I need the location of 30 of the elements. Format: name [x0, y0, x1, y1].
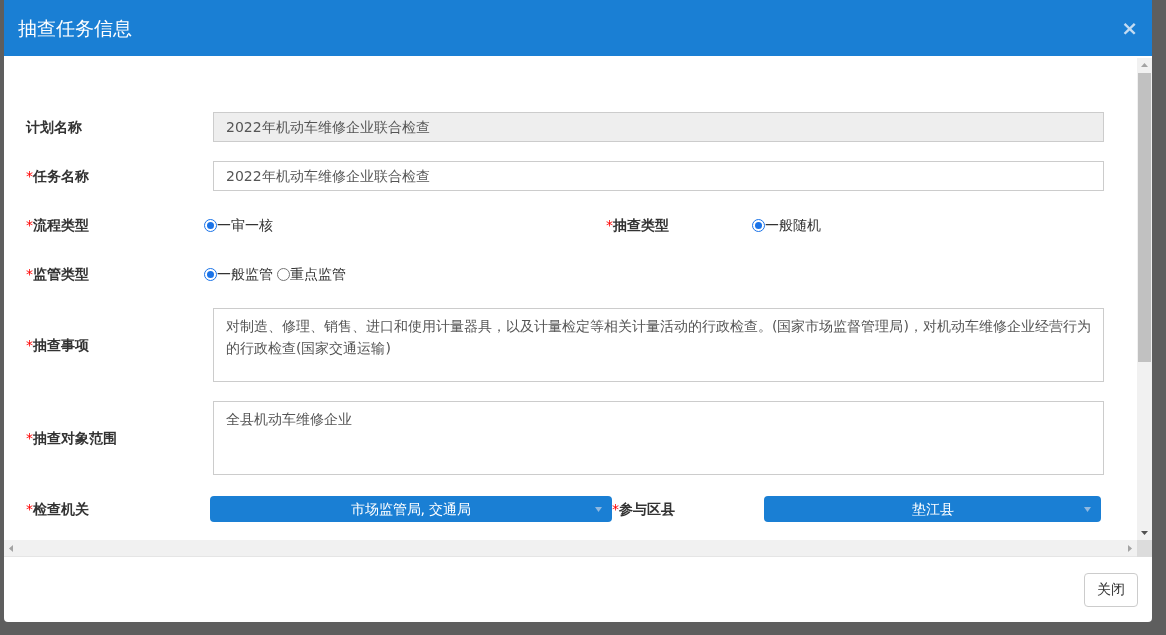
text-area[interactable]: 全县机动车维修企业: [213, 401, 1104, 475]
vertical-scrollbar[interactable]: [1137, 58, 1152, 540]
caret-icon: [1084, 507, 1091, 512]
scrollbar-corner: [1137, 540, 1152, 557]
field-label: *参与区县: [612, 499, 675, 519]
dropdown-select[interactable]: 市场监管局, 交通局: [210, 496, 612, 522]
field-label: *任务名称: [26, 166, 89, 186]
caret-icon: [595, 507, 602, 512]
scroll-up-icon: [1141, 63, 1148, 67]
field-label: *监管类型: [26, 264, 89, 284]
scroll-left-icon: [9, 544, 13, 552]
dialog-title: 抽查任务信息: [18, 15, 132, 41]
field-label: *抽查事项: [26, 335, 89, 355]
radio-label[interactable]: 一般监管: [217, 263, 273, 285]
radio-label[interactable]: 一般随机: [765, 214, 821, 236]
field-label: *抽查类型: [606, 215, 669, 235]
field-label: *抽查对象范围: [26, 428, 117, 448]
field-label: *检查机关: [26, 499, 89, 519]
text-field[interactable]: 2022年机动车维修企业联合检查: [213, 161, 1104, 191]
radio-label[interactable]: 一审一核: [217, 214, 273, 236]
close-dialog-button[interactable]: 关闭: [1084, 572, 1138, 607]
scroll-down-icon: [1141, 531, 1148, 535]
field-label: 计划名称: [26, 117, 82, 137]
horizontal-scrollbar[interactable]: [4, 540, 1137, 557]
scroll-right-icon: [1128, 544, 1132, 552]
field-label: *流程类型: [26, 215, 89, 235]
dropdown-select[interactable]: 垫江县: [764, 496, 1101, 522]
scrollbar-thumb[interactable]: [1138, 73, 1151, 362]
text-area[interactable]: 对制造、修理、销售、进口和使用计量器具，以及计量检定等相关计量活动的行政检查。(国家市场监督管理局)，对机动车维修企业经营行为的行政检查(国家交通运输): [213, 308, 1104, 382]
radio-label[interactable]: 重点监管: [290, 263, 346, 285]
